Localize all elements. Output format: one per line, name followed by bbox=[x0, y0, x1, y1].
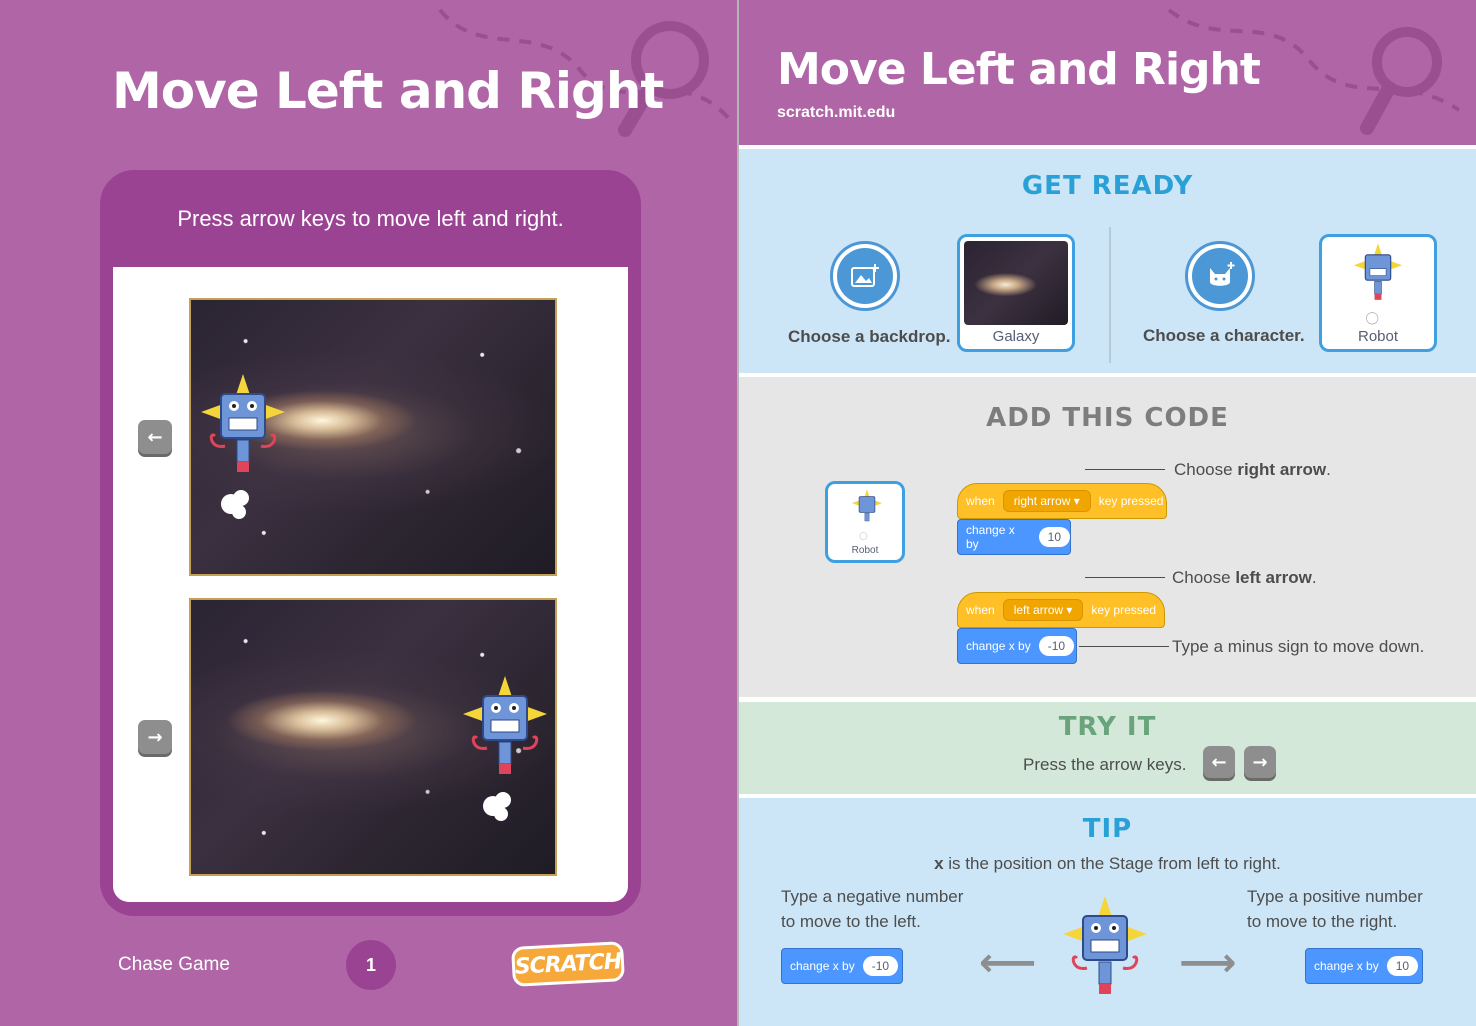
frame-caption: Press arrow keys to move left and right. bbox=[177, 206, 564, 231]
page-number: 1 bbox=[346, 940, 396, 990]
change-x-value-input[interactable]: -10 bbox=[1038, 636, 1075, 656]
callout-line-2 bbox=[1085, 577, 1165, 578]
url-text: scratch.mit.edu bbox=[777, 104, 896, 121]
key-dropdown-right-value: right arrow bbox=[1013, 494, 1071, 508]
change-x-value-input[interactable]: -10 bbox=[862, 956, 899, 976]
section-divider bbox=[1109, 227, 1111, 363]
robot-thumb-label: Robot bbox=[1357, 328, 1399, 345]
callout-left-arrow: Choose left arrow. bbox=[1172, 568, 1317, 587]
right-arrow-key: → bbox=[138, 720, 172, 754]
change-x-value-input[interactable]: 10 bbox=[1038, 527, 1070, 547]
card-series-label: Chase Game bbox=[118, 954, 230, 975]
change-x-label: change x by bbox=[790, 959, 855, 973]
tip-change-x-positive-block[interactable]: change x by 10 bbox=[1305, 948, 1423, 984]
left-arrow-key: ← bbox=[138, 420, 172, 454]
left-title: Move Left and Right bbox=[112, 62, 664, 120]
robot-sprite-tile-label: Robot bbox=[851, 545, 879, 556]
callout-line-1 bbox=[1085, 469, 1165, 470]
callout-minus-sign: Type a minus sign to move down. bbox=[1172, 637, 1425, 656]
change-x-label: change x by bbox=[966, 639, 1031, 653]
when-right-arrow-hat-block[interactable]: when right arrow ▾ key pressed bbox=[957, 483, 1167, 519]
change-x-label: change x by bbox=[966, 523, 1015, 551]
robot-sprite-tile[interactable]: Robot bbox=[825, 481, 905, 563]
key-pressed-label: key pressed bbox=[1098, 494, 1164, 508]
backdrop-icon bbox=[851, 264, 879, 287]
right-arrow-key: → bbox=[1244, 746, 1276, 778]
try-it-text: Press the arrow keys. bbox=[1023, 755, 1187, 774]
when-label: when bbox=[966, 603, 995, 617]
change-x-label: change x by bbox=[1314, 959, 1379, 973]
when-label: when bbox=[966, 494, 995, 508]
when-left-arrow-hat-block[interactable]: when left arrow ▾ key pressed bbox=[957, 592, 1165, 628]
stage-preview-2 bbox=[189, 598, 557, 876]
galaxy-thumb-label: Galaxy bbox=[992, 328, 1040, 345]
tip-right-line-2: to move to the right. bbox=[1247, 912, 1398, 931]
stage-preview-1 bbox=[189, 298, 557, 576]
backdrop-label: Choose a backdrop. bbox=[788, 327, 951, 346]
robot-sprite-icon bbox=[1353, 243, 1403, 325]
arrow-left-icon: ⟵ bbox=[979, 940, 1037, 986]
tip-subtitle: x is the position on the Stage from left… bbox=[934, 854, 1281, 873]
robot-sprite-icon bbox=[1063, 896, 1147, 994]
galaxy-thumbnail[interactable]: Galaxy bbox=[957, 234, 1075, 352]
add-code-title: ADD THIS CODE bbox=[986, 403, 1229, 433]
change-x-value-input[interactable]: 10 bbox=[1386, 956, 1419, 976]
right-title: Move Left and Right bbox=[777, 44, 1261, 95]
choose-backdrop-button[interactable] bbox=[830, 241, 900, 311]
tip-left-line-2: to move to the left. bbox=[781, 912, 921, 931]
change-x-block-1[interactable]: change x by 10 bbox=[957, 519, 1071, 555]
left-arrow-key: ← bbox=[1203, 746, 1235, 778]
add-code-section: ADD THIS CODE Robot when right arrow ▾ k… bbox=[739, 377, 1476, 697]
callout-line-3 bbox=[1079, 646, 1169, 647]
robot-sprite-icon bbox=[195, 370, 291, 530]
tip-change-x-negative-block[interactable]: change x by -10 bbox=[781, 948, 903, 984]
frame-inner: ← → bbox=[113, 267, 628, 902]
key-dropdown-right[interactable]: right arrow ▾ bbox=[1002, 490, 1091, 512]
instruction-frame: Press arrow keys to move left and right. bbox=[100, 170, 641, 916]
robot-thumbnail[interactable]: Robot bbox=[1319, 234, 1437, 352]
key-dropdown-left[interactable]: left arrow ▾ bbox=[1002, 599, 1084, 621]
key-pressed-label: key pressed bbox=[1091, 603, 1157, 617]
right-header: Move Left and Right scratch.mit.edu bbox=[739, 0, 1476, 145]
callout-right-arrow: Choose right arrow. bbox=[1174, 460, 1331, 479]
sprite-icon bbox=[1210, 262, 1235, 286]
key-dropdown-left-value: left arrow bbox=[1013, 603, 1064, 617]
right-card: Move Left and Right scratch.mit.edu GET … bbox=[739, 0, 1476, 1026]
scratch-logo: SCRATCH bbox=[511, 941, 625, 987]
tip-title: TIP bbox=[1082, 814, 1133, 844]
try-it-title: TRY IT bbox=[1058, 712, 1157, 742]
choose-sprite-button[interactable] bbox=[1185, 241, 1255, 311]
robot-sprite-icon bbox=[457, 672, 553, 832]
tip-section: TIP x is the position on the Stage from … bbox=[739, 798, 1476, 1026]
galaxy-image bbox=[964, 241, 1068, 325]
left-card: Move Left and Right Press arrow keys to … bbox=[0, 0, 737, 1026]
try-it-section: TRY IT Press the arrow keys. ← → bbox=[739, 702, 1476, 794]
change-x-block-2[interactable]: change x by -10 bbox=[957, 628, 1077, 664]
tip-left-line-1: Type a negative number bbox=[781, 887, 964, 906]
robot-sprite-icon bbox=[851, 489, 883, 540]
get-ready-title: GET READY bbox=[1021, 171, 1194, 201]
arrow-right-icon: ⟶ bbox=[1179, 940, 1237, 986]
character-label: Choose a character. bbox=[1143, 326, 1305, 345]
tip-right-line-1: Type a positive number bbox=[1247, 887, 1423, 906]
get-ready-section: GET READY Choose a backdrop. Galaxy Choo… bbox=[739, 149, 1476, 373]
